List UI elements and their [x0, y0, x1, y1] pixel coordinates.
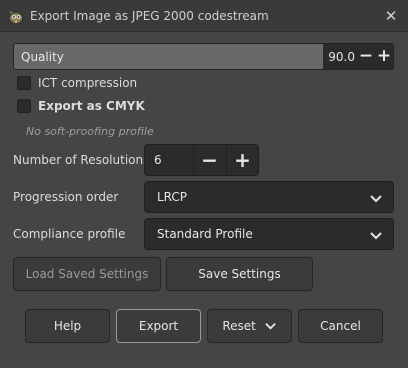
- export-button[interactable]: Export: [116, 309, 201, 343]
- ict-compression-checkbox[interactable]: [17, 76, 31, 90]
- resolutions-label: Number of Resolutions: [13, 153, 150, 167]
- reset-button[interactable]: Reset: [207, 309, 292, 343]
- resolutions-value[interactable]: 6: [154, 153, 162, 167]
- quality-value[interactable]: 90.0: [328, 50, 355, 64]
- compliance-profile-label: Compliance profile: [13, 227, 126, 241]
- title-bar: Export Image as JPEG 2000 codestream ✕: [0, 0, 408, 32]
- chevron-down-icon: [370, 232, 382, 240]
- load-saved-settings-button[interactable]: Load Saved Settings: [13, 257, 161, 291]
- ict-compression-label[interactable]: ICT compression: [38, 76, 137, 90]
- soft-proofing-note: No soft-proofing profile: [26, 125, 154, 138]
- chevron-down-icon: [370, 195, 382, 203]
- compliance-profile-dropdown[interactable]: Standard Profile: [144, 218, 394, 250]
- reset-label: Reset: [222, 319, 256, 333]
- resolutions-decrease-button[interactable]: −: [193, 145, 225, 175]
- save-settings-button[interactable]: Save Settings: [166, 257, 313, 291]
- resolutions-increase-button[interactable]: +: [226, 145, 258, 175]
- close-icon[interactable]: ✕: [382, 7, 400, 25]
- quality-slider[interactable]: Quality 90.0 − +: [13, 43, 394, 70]
- progression-order-value: LRCP: [157, 190, 188, 204]
- quality-decrease-button[interactable]: −: [357, 44, 375, 69]
- compliance-profile-value: Standard Profile: [157, 227, 253, 241]
- progression-order-dropdown[interactable]: LRCP: [144, 181, 394, 213]
- quality-label: Quality: [21, 50, 64, 64]
- window-title: Export Image as JPEG 2000 codestream: [30, 9, 269, 23]
- quality-increase-button[interactable]: +: [375, 44, 393, 69]
- progression-order-label: Progression order: [13, 190, 119, 204]
- chevron-down-icon: [264, 322, 276, 330]
- export-cmyk-label[interactable]: Export as CMYK: [38, 99, 145, 113]
- cancel-button[interactable]: Cancel: [298, 309, 383, 343]
- export-cmyk-checkbox[interactable]: [17, 99, 31, 113]
- help-button[interactable]: Help: [25, 309, 110, 343]
- resolutions-spinner[interactable]: 6 − +: [144, 144, 259, 176]
- gimp-icon: [9, 10, 22, 23]
